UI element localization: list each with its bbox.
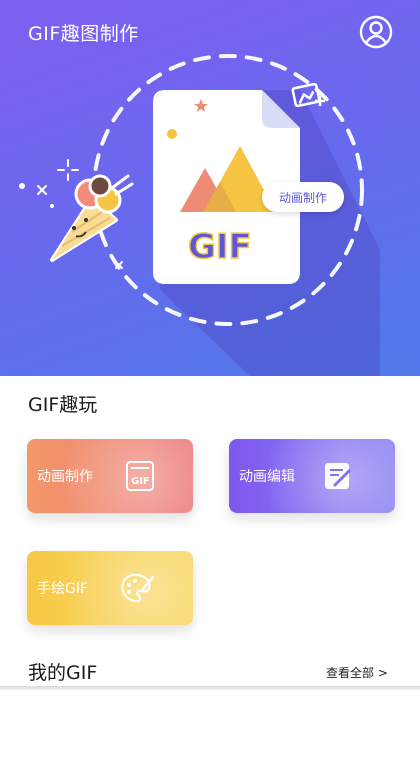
card-label: 动画编辑	[239, 469, 295, 485]
my-gif-list	[0, 690, 420, 776]
edit-note-icon	[325, 463, 351, 489]
card-animation-edit[interactable]: 动画编辑	[229, 439, 395, 513]
svg-text:GIF: GIF	[188, 227, 252, 266]
svg-text:GIF: GIF	[131, 476, 150, 487]
card-label: 手绘GIF	[37, 581, 89, 597]
gif-doc-text: GIF	[187, 226, 252, 266]
view-all-link[interactable]: 查看全部 >	[326, 664, 388, 681]
profile-button[interactable]	[358, 14, 394, 50]
card-hand-draw[interactable]: 手绘GIF	[27, 551, 193, 625]
card-animation-create[interactable]: 动画制作 GIF	[27, 439, 193, 513]
card-label: 动画制作	[37, 469, 93, 485]
user-icon	[359, 15, 393, 49]
hero-illustration	[19, 54, 380, 376]
app-title: GIF趣图制作	[28, 23, 139, 45]
hero-banner: GIF趣图制作 GIF 动画制作	[0, 0, 420, 376]
palette-icon	[121, 573, 155, 603]
my-gif-section-title: 我的GIF	[28, 662, 98, 684]
gif-file-icon: GIF	[126, 461, 154, 491]
fun-section-title: GIF趣玩	[28, 394, 98, 416]
hero-badge: 动画制作	[262, 182, 344, 212]
